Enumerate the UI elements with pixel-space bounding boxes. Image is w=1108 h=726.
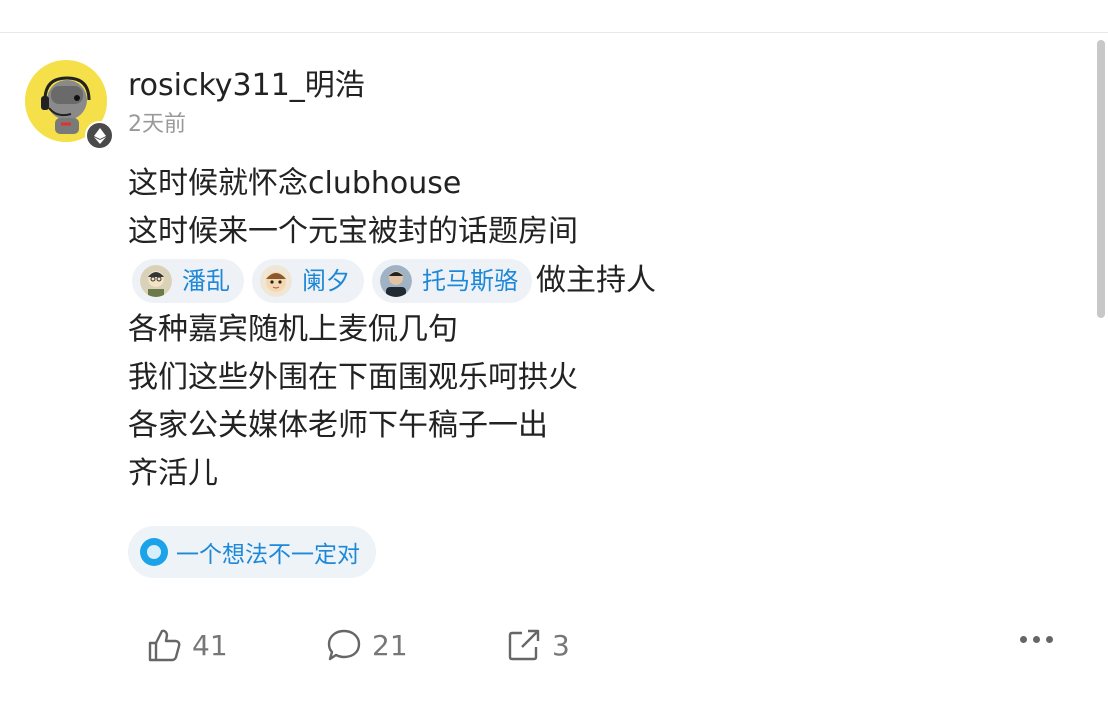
mention-line: 潘乱 阑夕 托马斯骆 做主持人 xyxy=(128,256,1068,306)
mention-name: 潘乱 xyxy=(182,267,230,295)
like-button[interactable]: 41 xyxy=(146,622,228,668)
post-line: 各种嘉宾随机上麦侃几句 xyxy=(128,312,458,347)
post-line: 这时候来一个元宝被封的话题房间 xyxy=(128,214,578,249)
more-dots-icon[interactable] xyxy=(1020,636,1053,643)
mention-avatar xyxy=(380,265,412,297)
post-line: 各家公关媒体老师下午稿子一出 xyxy=(128,408,548,443)
mention-chip[interactable]: 托马斯骆 xyxy=(372,259,532,303)
post-line: 这时候就怀念clubhouse xyxy=(128,166,462,201)
comment-button[interactable]: 21 xyxy=(326,622,408,668)
post-content: 这时候就怀念clubhouse 这时候来一个元宝被封的话题房间 潘乱 阑夕 托马… xyxy=(128,160,1068,498)
ethereum-badge-icon xyxy=(85,121,114,150)
mention-chip[interactable]: 阑夕 xyxy=(252,259,364,303)
mention-avatar xyxy=(140,265,172,297)
thumbs-up-icon xyxy=(148,629,181,662)
post-line: 我们这些外围在下面围观乐呵拱火 xyxy=(128,360,578,395)
mention-name: 托马斯骆 xyxy=(422,267,518,295)
topic-label: 一个想法不一定对 xyxy=(176,542,360,568)
share-icon xyxy=(508,629,540,661)
mention-avatar xyxy=(260,265,292,297)
scrollbar[interactable] xyxy=(1097,40,1105,318)
topic-tag[interactable]: 一个想法不一定对 xyxy=(128,526,376,578)
post-line: 齐活儿 xyxy=(128,456,218,491)
mention-suffix: 做主持人 xyxy=(536,263,656,298)
mention-chip[interactable]: 潘乱 xyxy=(132,259,244,303)
post-time: 2天前 xyxy=(128,112,186,137)
topic-circle-icon xyxy=(140,538,168,566)
like-count: 41 xyxy=(192,628,228,662)
share-count: 3 xyxy=(552,628,570,662)
top-divider xyxy=(0,32,1108,33)
comment-count: 21 xyxy=(372,628,408,662)
comment-bubble-icon xyxy=(327,629,361,661)
mention-name: 阑夕 xyxy=(302,267,350,295)
share-button[interactable]: 3 xyxy=(506,622,570,668)
username[interactable]: rosicky311_明浩 xyxy=(128,60,365,104)
